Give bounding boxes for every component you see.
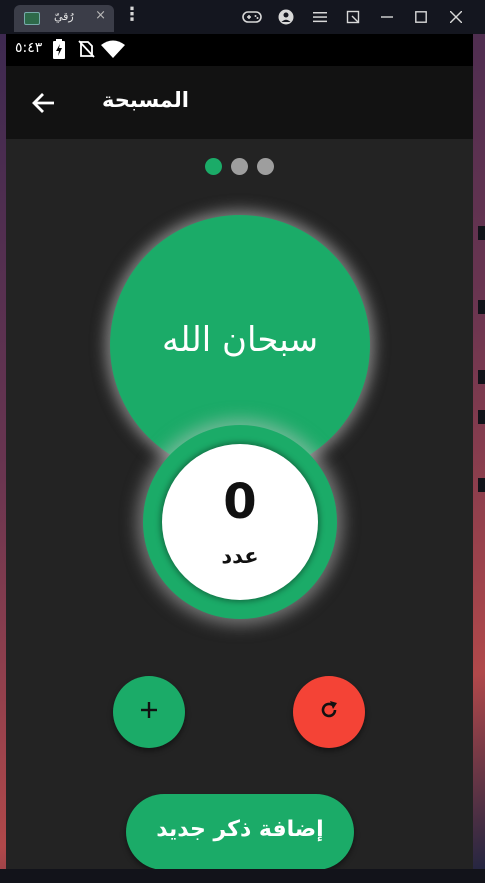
maximize-icon[interactable]: [411, 7, 431, 27]
emulator-tab[interactable]: رُقيّ ×: [14, 5, 114, 32]
plus-icon: [140, 701, 158, 723]
account-icon[interactable]: [276, 7, 296, 27]
emulator-bottom-bar: [0, 869, 485, 883]
add-new-dhikr-button[interactable]: إضافة ذكر جديد: [126, 794, 354, 869]
no-sim-icon: [77, 39, 95, 59]
app-bar: المسبحة: [6, 66, 473, 139]
host-background-strip: [478, 370, 485, 384]
counter-ring[interactable]: 0 عدد: [143, 425, 337, 619]
phone-screen: ٥:٤٣ المسبحة سبحان الله 0 عدد إضافة ذكر …: [6, 34, 473, 869]
page-indicator: [6, 158, 473, 176]
back-arrow-icon[interactable]: [28, 88, 58, 118]
dhikr-text: سبحان الله: [161, 320, 319, 360]
host-background-strip: [478, 410, 485, 424]
host-background-strip: [478, 300, 485, 314]
minimize-icon[interactable]: [377, 7, 397, 27]
gamepad-icon[interactable]: [242, 7, 262, 27]
counter-display: 0 عدد: [162, 444, 318, 600]
page-title: المسبحة: [102, 88, 189, 112]
close-window-icon[interactable]: [446, 7, 466, 27]
battery-charging-icon: [52, 39, 66, 59]
refresh-icon: [319, 700, 339, 724]
counter-value: 0: [223, 474, 257, 530]
resize-window-icon[interactable]: [343, 7, 363, 27]
add-count-button[interactable]: [113, 676, 185, 748]
emulator-tab-title: رُقيّ: [54, 10, 74, 23]
page-dot[interactable]: [231, 158, 248, 175]
hamburger-menu-icon[interactable]: [310, 7, 330, 27]
reset-counter-button[interactable]: [293, 676, 365, 748]
wifi-icon: [101, 39, 125, 59]
page-dot-active[interactable]: [205, 158, 222, 175]
host-background-strip: [478, 478, 485, 492]
counter-label: عدد: [221, 544, 259, 568]
close-tab-icon[interactable]: ×: [95, 8, 106, 23]
emulator-title-bar: رُقيّ × ⋮: [0, 0, 485, 34]
add-new-dhikr-label: إضافة ذكر جديد: [156, 816, 324, 842]
page-dot[interactable]: [257, 158, 274, 175]
status-time: ٥:٤٣: [15, 40, 43, 56]
app-flag-icon: [24, 12, 40, 25]
status-bar: ٥:٤٣: [6, 34, 473, 66]
host-background-strip: [478, 226, 485, 240]
kebab-menu-icon[interactable]: ⋮: [123, 6, 141, 24]
